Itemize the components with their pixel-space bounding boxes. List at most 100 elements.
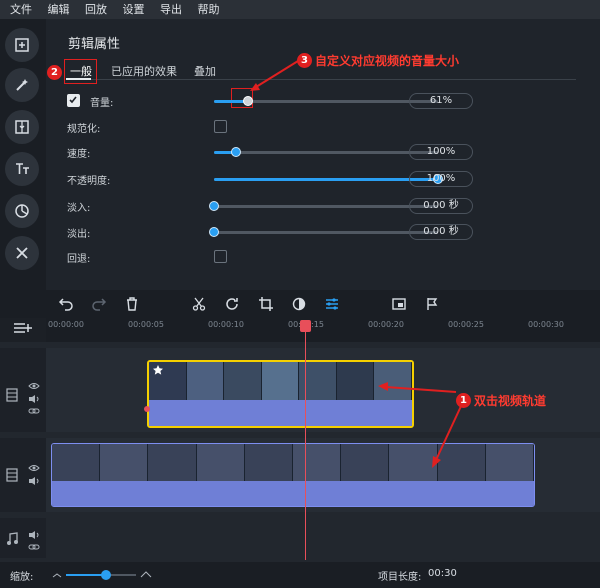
audio-track[interactable] bbox=[46, 518, 600, 558]
fade-out-slider[interactable] bbox=[209, 227, 438, 237]
fade-in-value[interactable]: 0.00 秒 bbox=[409, 198, 473, 214]
text-icon bbox=[16, 163, 29, 174]
rotate-icon bbox=[226, 298, 238, 310]
link-icon[interactable] bbox=[28, 542, 40, 552]
timeline-ruler[interactable]: 00:00:00 00:00:05 00:00:10 00:00:15 00:0… bbox=[46, 318, 600, 342]
speaker-icon[interactable] bbox=[28, 476, 40, 486]
speed-slider[interactable] bbox=[214, 147, 438, 157]
volume-label: 音量: bbox=[90, 98, 114, 109]
titles-button[interactable] bbox=[5, 152, 39, 186]
undo-icon bbox=[58, 298, 73, 311]
overlay-track[interactable] bbox=[46, 348, 600, 432]
star-icon bbox=[153, 365, 163, 375]
fade-out-slider-knob[interactable] bbox=[209, 227, 219, 237]
import-button[interactable] bbox=[5, 28, 39, 62]
annotation-arrow-3 bbox=[250, 60, 299, 91]
thumbnail bbox=[485, 444, 534, 482]
menu-help[interactable]: 帮助 bbox=[198, 0, 220, 19]
thumbnail bbox=[196, 444, 245, 482]
eye-icon[interactable] bbox=[28, 464, 40, 472]
keyframe-dot[interactable] bbox=[144, 406, 150, 412]
menu-export[interactable]: 导出 bbox=[160, 0, 182, 19]
main-video-track[interactable] bbox=[46, 438, 600, 512]
menu-bar: 文件 编辑 回放 设置 导出 帮助 bbox=[0, 0, 600, 19]
marker-button[interactable] bbox=[422, 294, 442, 314]
tab-overlay[interactable]: 叠加 bbox=[194, 63, 216, 79]
speaker-icon[interactable] bbox=[28, 394, 40, 404]
speed-label: 速度: bbox=[67, 149, 91, 160]
ruler-tick-label: 00:00:00 bbox=[48, 320, 84, 329]
overlay-track-header bbox=[0, 348, 46, 432]
annotation-box-general-tab bbox=[64, 59, 97, 84]
menu-file[interactable]: 文件 bbox=[10, 0, 32, 19]
zoom-out-icon[interactable] bbox=[52, 572, 62, 578]
zoom-in-icon[interactable] bbox=[140, 570, 152, 578]
cut-button[interactable] bbox=[189, 294, 209, 314]
ruler-tick-label: 00:00:25 bbox=[448, 320, 484, 329]
opacity-slider[interactable] bbox=[214, 174, 443, 184]
redo-icon bbox=[92, 298, 107, 311]
redo-button[interactable] bbox=[89, 294, 109, 314]
stickers-button[interactable] bbox=[5, 194, 39, 228]
volume-checkbox[interactable] bbox=[67, 94, 80, 107]
crop-button[interactable] bbox=[256, 294, 276, 314]
eye-icon[interactable] bbox=[28, 382, 40, 390]
tab-applied-effects[interactable]: 已应用的效果 bbox=[111, 63, 177, 79]
fade-in-label: 淡入: bbox=[67, 203, 91, 214]
volume-slider-knob[interactable] bbox=[242, 96, 253, 106]
clip-properties-button[interactable] bbox=[322, 294, 342, 314]
fade-in-slider-knob[interactable] bbox=[209, 201, 219, 211]
volume-slider[interactable] bbox=[214, 96, 438, 106]
normalize-checkbox[interactable] bbox=[214, 120, 227, 133]
menu-settings[interactable]: 设置 bbox=[123, 0, 145, 19]
add-track-button[interactable] bbox=[12, 320, 34, 336]
zoom-slider-fill bbox=[66, 574, 106, 576]
delete-button[interactable] bbox=[122, 294, 142, 314]
film-icon bbox=[6, 468, 18, 482]
undo-button[interactable] bbox=[56, 294, 76, 314]
speaker-icon[interactable] bbox=[28, 530, 40, 540]
color-adjust-button[interactable] bbox=[289, 294, 309, 314]
playhead-handle[interactable] bbox=[300, 320, 311, 332]
reverse-row: 回退: bbox=[46, 247, 600, 267]
overlay-audio-waveform bbox=[149, 400, 412, 426]
transition-icon bbox=[15, 120, 29, 134]
speed-slider-knob[interactable] bbox=[231, 147, 242, 157]
reverse-label: 回退: bbox=[67, 254, 91, 265]
music-note-icon bbox=[7, 532, 18, 545]
volume-value[interactable]: 61% bbox=[409, 93, 473, 109]
flag-icon bbox=[427, 298, 438, 310]
trash-icon bbox=[127, 297, 137, 311]
speed-value[interactable]: 100% bbox=[409, 144, 473, 160]
fade-out-value[interactable]: 0.00 秒 bbox=[409, 224, 473, 240]
opacity-value[interactable]: 100% bbox=[409, 171, 473, 187]
thumbnail bbox=[341, 444, 390, 482]
transitions-button[interactable] bbox=[5, 110, 39, 144]
annotation-badge-2: 2 bbox=[47, 65, 62, 80]
picture-in-picture-icon bbox=[392, 298, 406, 310]
audio-track-header bbox=[0, 518, 46, 558]
fade-out-row: 淡出: 0.00 秒 bbox=[46, 222, 600, 242]
contrast-icon bbox=[292, 297, 306, 311]
add-track-icon bbox=[14, 323, 32, 333]
pip-button[interactable] bbox=[389, 294, 409, 314]
reverse-checkbox[interactable] bbox=[214, 250, 227, 263]
zoom-slider[interactable] bbox=[66, 570, 136, 580]
main-audio-waveform bbox=[52, 481, 534, 506]
panel-title: 剪辑属性 bbox=[68, 37, 121, 52]
menu-playback[interactable]: 回放 bbox=[85, 0, 107, 19]
playhead-line bbox=[305, 320, 306, 560]
tab-divider bbox=[66, 79, 576, 80]
link-icon[interactable] bbox=[28, 407, 40, 415]
overlay-video-clip[interactable] bbox=[147, 360, 414, 428]
zoom-slider-knob[interactable] bbox=[101, 570, 111, 580]
effects-button[interactable] bbox=[5, 68, 39, 102]
opacity-label: 不透明度: bbox=[67, 176, 111, 187]
clip-thumbnails bbox=[149, 362, 412, 400]
thumbnail bbox=[244, 444, 294, 482]
tools-button[interactable] bbox=[5, 236, 39, 270]
fade-in-slider[interactable] bbox=[209, 201, 438, 211]
zoom-label: 缩放: bbox=[10, 572, 34, 583]
menu-edit[interactable]: 编辑 bbox=[48, 0, 70, 19]
rotate-button[interactable] bbox=[222, 294, 242, 314]
